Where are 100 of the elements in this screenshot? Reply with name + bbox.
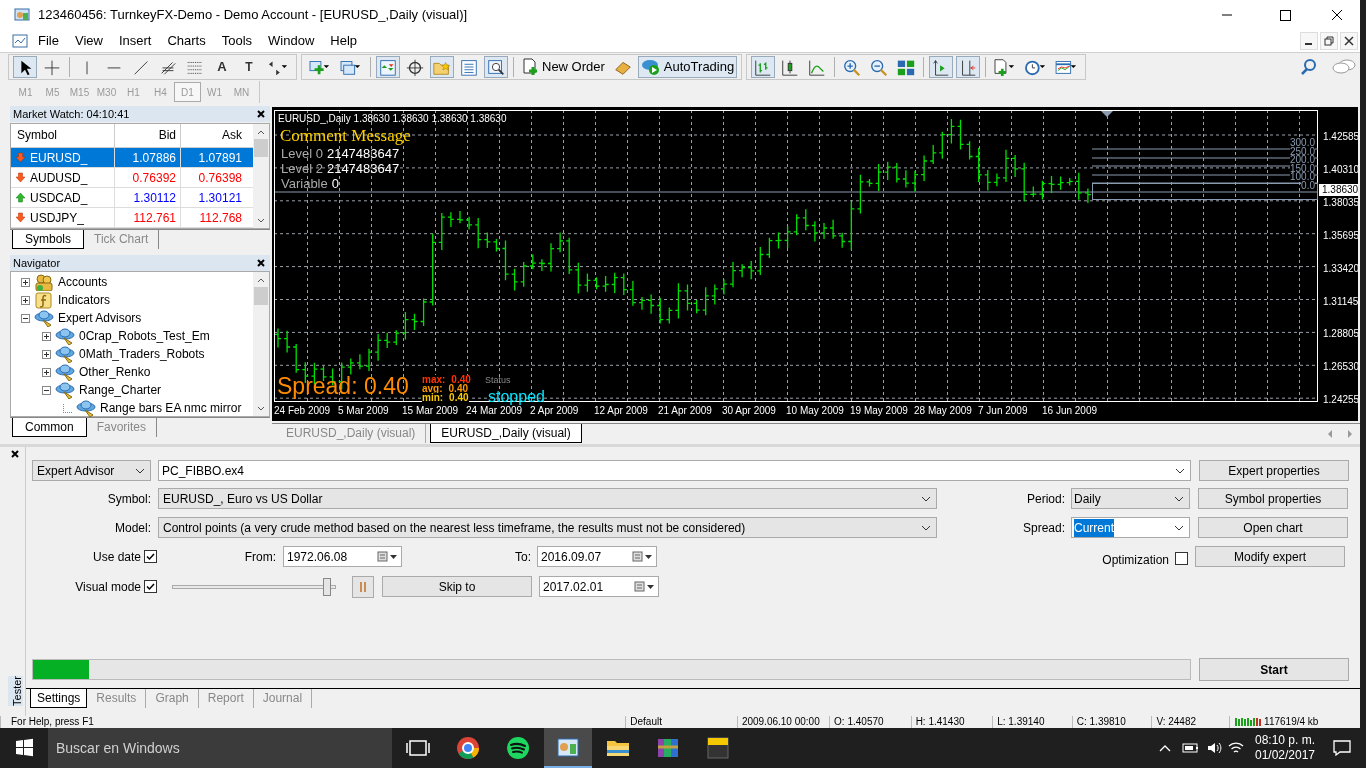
scroll-thumb[interactable] [254,287,268,305]
window-arrows-icon[interactable] [376,55,400,78]
shift-marker-icon[interactable] [1101,111,1113,117]
tree-item[interactable]: Accounts [58,273,108,291]
new-order-button[interactable]: New Order [519,55,608,78]
table-cell-text: USDCAD_ [30,189,88,207]
restore-icon[interactable] [1320,32,1338,50]
checkbox[interactable] [144,580,157,593]
checkbox[interactable] [144,550,157,563]
expand-icon[interactable] [42,331,51,341]
date-field[interactable]: 2016.09.07 [537,546,657,567]
menu-item[interactable]: Tools [213,31,261,51]
tree-item[interactable]: Range_Charter [79,381,162,399]
tree-item[interactable]: Indicators [58,291,111,309]
tree-item[interactable]: 0Crap_Robots_Test_Em [79,327,210,345]
panel-tab[interactable]: Common [12,418,87,437]
menu-item[interactable]: File [30,31,67,51]
tree-item[interactable]: Expert Advisors [58,309,142,327]
column-header[interactable]: Symbol [11,124,114,147]
scrollbar[interactable] [253,272,269,416]
date-field[interactable]: 2017.02.01 [539,576,659,597]
tree-item[interactable]: 0Math_Traders_Robots [79,345,205,363]
calendar-icon[interactable] [634,580,656,593]
button[interactable]: Skip to [382,576,532,597]
table-row[interactable]: EURUSD_ 1.07886 1.07891 [11,148,253,168]
expert-field[interactable]: PC_FIBBO.ex4 [158,460,1191,481]
mode-dropdown[interactable]: Expert Advisor [32,460,151,481]
field-label: To: [514,548,531,566]
bar-chart-icon[interactable] [751,55,776,78]
text-tool[interactable]: A [210,55,234,78]
speaker-icon[interactable] [1206,741,1222,755]
dropdown-value: EURUSD_, Euro vs US Dollar [162,490,323,508]
collapse-icon[interactable] [42,385,51,395]
expand-icon[interactable] [21,277,30,287]
table-row[interactable]: AUDUSD_ 0.76392 0.76398 [11,168,253,188]
close-icon[interactable] [256,109,266,119]
menu-item[interactable]: View [66,31,111,51]
checkbox[interactable] [1175,552,1188,565]
table-row[interactable]: USDJPY_ 112.761 112.768 [11,208,253,228]
tree-item[interactable]: Range bars EA nmc mirror [100,399,242,417]
column-header[interactable]: Bid [114,124,180,147]
price-label: 1.33420 [1323,263,1358,275]
column-header[interactable]: Ask [180,124,246,147]
close-icon[interactable] [10,449,20,459]
search-field[interactable]: Buscar en Windows [48,728,392,768]
spread-dropdown[interactable]: Current [1071,517,1190,538]
button[interactable]: Modify expert [1195,546,1345,567]
chart-tab[interactable]: EURUSD_,Daily (visual) [430,424,582,443]
symbol-dropdown[interactable]: EURUSD_, Euro vs US Dollar [158,488,937,509]
button[interactable]: Expert properties [1199,460,1349,481]
expand-icon[interactable] [42,367,51,377]
menu-item[interactable]: Charts [159,31,214,51]
table-cell: 112.761 [114,207,180,228]
window-person-icon[interactable] [544,728,592,768]
magnifier-window-icon[interactable] [484,55,508,78]
axis-shift-icon[interactable] [956,55,981,78]
button[interactable]: Open chart [1198,517,1348,538]
scrollbar[interactable] [253,124,269,228]
panel-tab[interactable]: Symbols [12,230,84,249]
panel-tab[interactable]: Settings [30,689,88,708]
button[interactable]: Symbol properties [1198,488,1348,509]
menu-item[interactable]: Help [322,31,366,51]
menu-item[interactable]: Window [260,31,323,51]
speed-slider[interactable] [172,577,336,596]
battery-icon[interactable] [1182,741,1200,755]
calendar-icon[interactable] [377,550,399,563]
fibonacci-levels-drawing[interactable] [1091,148,1319,200]
collapse-icon[interactable] [21,313,30,323]
start-button[interactable]: Start [1199,658,1349,681]
wifi-icon[interactable] [1228,741,1244,755]
autotrading-button[interactable]: AutoTrading [637,55,738,78]
app-menu-icon[interactable] [12,33,28,49]
close-icon[interactable] [256,258,266,268]
search-icon[interactable] [1300,57,1318,76]
level-label: 300.0 [1289,138,1315,148]
minimize-icon[interactable] [1300,32,1318,50]
price-label: 1.40310 [1323,164,1358,176]
period-dropdown[interactable]: Daily [1071,488,1190,509]
calendar-icon[interactable] [632,550,654,563]
field-label: Spread: [1021,519,1065,537]
table-row[interactable]: USDCAD_ 1.30112 1.30121 [11,188,253,208]
expand-icon[interactable] [21,295,30,305]
slider-thumb[interactable] [323,577,332,596]
table-cell-text: AUDUSD_ [30,169,88,187]
model-dropdown[interactable]: Control points (a very crude method based on the nearest less timeframe, the results must not be considered) [158,517,937,538]
clock-date: 01/02/2017 [1254,748,1316,763]
field-value: 1972.06.08 [286,548,348,566]
notification-icon[interactable] [1332,739,1352,757]
pointer-icon[interactable] [13,55,37,78]
scroll-thumb[interactable] [254,139,268,157]
date-label: 12 Apr 2009 [594,405,648,417]
menu-item[interactable]: Insert [110,31,160,51]
text-label-tool[interactable]: T [237,55,261,78]
chat-icon[interactable] [1332,57,1356,76]
date-field[interactable]: 1972.06.08 [283,546,402,567]
robot-play-icon [640,57,661,76]
panel-title: Navigator [13,255,61,271]
date-label: 28 May 2009 [914,405,972,417]
tree-item[interactable]: Other_Renko [79,363,151,381]
expand-icon[interactable] [42,349,51,359]
